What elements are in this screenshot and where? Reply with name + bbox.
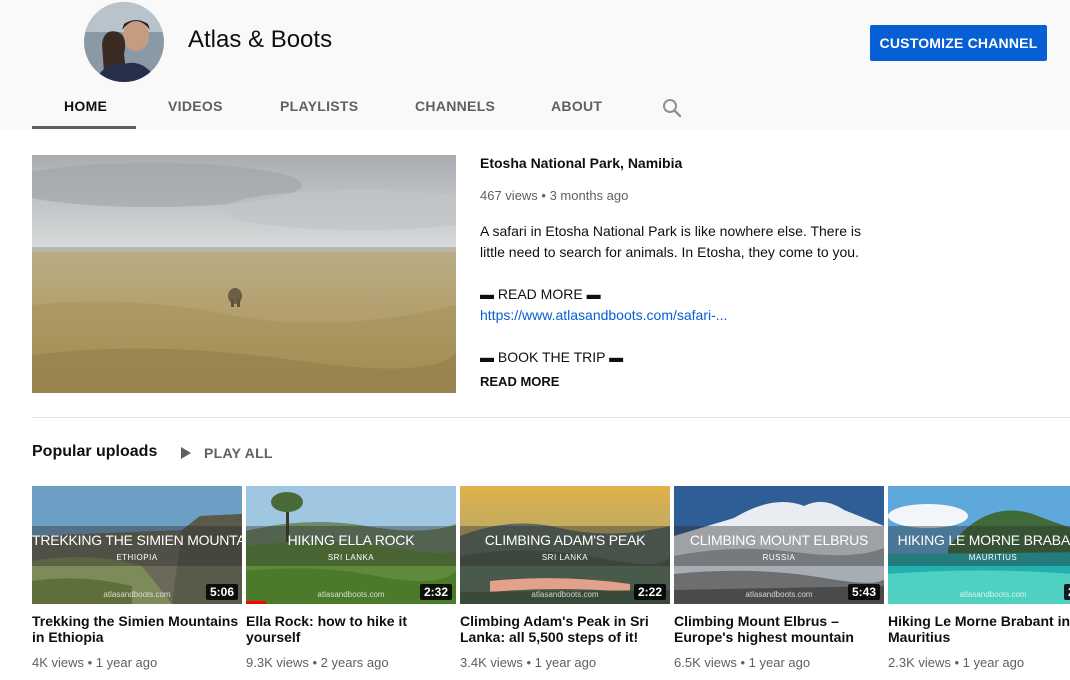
- thumbnail-overlay-title: CLIMBING ADAM'S PEAK: [484, 532, 646, 548]
- customize-channel-button[interactable]: CUSTOMIZE CHANNEL: [870, 25, 1047, 61]
- thumbnail-overlay-subtitle: SRI LANKA: [327, 553, 375, 562]
- search-icon[interactable]: [660, 96, 684, 120]
- read-more-header: ▬ READ MORE ▬: [480, 286, 601, 302]
- play-all-button[interactable]: PLAY ALL: [180, 443, 273, 463]
- video-title[interactable]: Ella Rock: how to hike it yourself: [246, 613, 456, 645]
- video-thumbnail[interactable]: TREKKING THE SIMIEN MOUNTAINS ETHIOPIA a…: [32, 486, 242, 604]
- thumbnail-overlay-title: HIKING ELLA ROCK: [287, 532, 415, 548]
- read-more-button[interactable]: READ MORE: [480, 374, 559, 389]
- book-trip-header: ▬ BOOK THE TRIP ▬: [480, 349, 624, 365]
- channel-avatar[interactable]: [84, 2, 164, 82]
- active-tab-indicator: [32, 126, 136, 129]
- video-title[interactable]: Trekking the Simien Mountains in Ethiopi…: [32, 613, 242, 645]
- video-title[interactable]: Climbing Adam's Peak in Sri Lanka: all 5…: [460, 613, 670, 645]
- video-card[interactable]: CLIMBING MOUNT ELBRUS RUSSIA atlasandboo…: [674, 486, 884, 676]
- tab-playlists[interactable]: PLAYLISTS: [280, 98, 358, 114]
- thumbnail-watermark: atlasandboots.com: [959, 590, 1027, 599]
- featured-video-description: A safari in Etosha National Park is like…: [480, 223, 862, 260]
- tab-about[interactable]: ABOUT: [551, 98, 602, 114]
- tab-home[interactable]: HOME: [64, 98, 107, 114]
- thumbnail-overlay-subtitle: RUSSIA: [762, 553, 796, 562]
- channel-header: Atlas & Boots CUSTOMIZE CHANNEL HOME VID…: [0, 0, 1070, 130]
- video-meta: 3.4K views • 1 year ago: [460, 655, 597, 670]
- video-title[interactable]: Hiking Le Morne Brabant in Mauritius: [888, 613, 1070, 645]
- thumbnail-overlay-title: HIKING LE MORNE BRABANT: [897, 532, 1070, 548]
- featured-video-thumbnail[interactable]: [32, 155, 456, 393]
- video-title[interactable]: Climbing Mount Elbrus – Europe's highest…: [674, 613, 884, 645]
- tab-videos[interactable]: VIDEOS: [168, 98, 223, 114]
- featured-video-link[interactable]: https://www.atlasandboots.com/safari-...: [480, 307, 727, 323]
- featured-video-title[interactable]: Etosha National Park, Namibia: [480, 155, 682, 171]
- shelf-title[interactable]: Popular uploads: [32, 443, 157, 461]
- thumbnail-overlay-title: TREKKING THE SIMIEN MOUNTAINS: [32, 532, 242, 548]
- video-card[interactable]: CLIMBING ADAM'S PEAK SRI LANKA atlasandb…: [460, 486, 670, 676]
- channel-name: Atlas & Boots: [188, 26, 333, 53]
- thumbnail-overlay-subtitle: MAURITIUS: [968, 553, 1018, 562]
- video-thumbnail[interactable]: HIKING ELLA ROCK SRI LANKA atlasandboots…: [246, 486, 456, 604]
- video-meta: 2.3K views • 1 year ago: [888, 655, 1025, 670]
- video-meta: 4K views • 1 year ago: [32, 655, 158, 670]
- video-duration: 2:32: [419, 584, 452, 600]
- play-all-label: PLAY ALL: [204, 445, 273, 461]
- video-card[interactable]: HIKING LE MORNE BRABANT MAURITIUS atlasa…: [888, 486, 1070, 676]
- video-thumbnail[interactable]: CLIMBING ADAM'S PEAK SRI LANKA atlasandb…: [460, 486, 670, 604]
- video-meta: 9.3K views • 2 years ago: [246, 655, 389, 670]
- video-meta: 6.5K views • 1 year ago: [674, 655, 811, 670]
- thumbnail-overlay-subtitle: ETHIOPIA: [116, 553, 158, 562]
- featured-video-meta: 467 views • 3 months ago: [480, 188, 629, 203]
- video-duration: 5:43: [847, 584, 880, 600]
- video-thumbnail[interactable]: CLIMBING MOUNT ELBRUS RUSSIA atlasandboo…: [674, 486, 884, 604]
- watch-progress-bar: [246, 601, 266, 604]
- section-divider: [32, 417, 1070, 418]
- thumbnail-overlay-title: CLIMBING MOUNT ELBRUS: [689, 532, 869, 548]
- video-duration: 2: [1064, 584, 1070, 600]
- video-duration: 5:06: [205, 584, 238, 600]
- thumbnail-overlay-subtitle: SRI LANKA: [541, 553, 589, 562]
- video-thumbnail[interactable]: HIKING LE MORNE BRABANT MAURITIUS atlasa…: [888, 486, 1070, 604]
- video-card[interactable]: TREKKING THE SIMIEN MOUNTAINS ETHIOPIA a…: [32, 486, 242, 676]
- tab-channels[interactable]: CHANNELS: [415, 98, 495, 114]
- video-card[interactable]: HIKING ELLA ROCK SRI LANKA atlasandboots…: [246, 486, 456, 676]
- play-icon: [181, 447, 191, 459]
- video-duration: 2:22: [633, 584, 666, 600]
